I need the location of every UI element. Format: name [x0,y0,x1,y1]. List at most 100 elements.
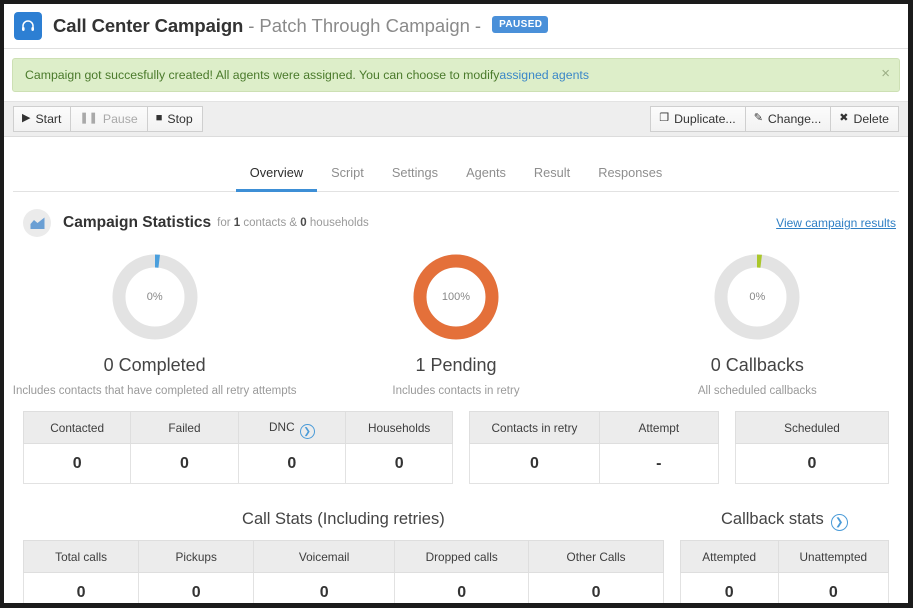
summary-tables-row: Contacted Failed DNC ❯ Households 0 0 0 0… [4,397,908,484]
table-row: 0 0 0 0 0 [22,572,664,603]
table-header-row: Total calls Pickups Voicemail Dropped ca… [22,540,664,573]
close-icon[interactable]: × [881,66,890,81]
tab-result[interactable]: Result [520,165,584,192]
donut-callbacks-heading: 0 Callbacks [710,355,804,375]
pause-button[interactable]: ❚❚ Pause [70,106,148,132]
start-button[interactable]: ▶ Start [13,106,72,132]
section-titles-row: Call Stats (Including retries) Callback … [4,484,908,531]
th-households: Households [344,411,454,444]
page-title: Call Center Campaign [53,15,244,36]
th-attempted: Attempted [679,540,779,573]
td-voicemail: 0 [253,572,396,603]
th-other-calls: Other Calls [528,540,664,573]
donut-chart-completed: 0% [109,251,201,343]
call-stats-table: Total calls Pickups Voicemail Dropped ca… [22,540,664,603]
donut-callbacks-percent: 0% [749,291,766,303]
delete-button-label: Delete [853,111,889,126]
pause-icon: ❚❚ [79,112,98,124]
action-toolbar: ▶ Start ❚❚ Pause ■ Stop ❐ Duplicate... ✎… [4,101,908,137]
th-unattempted: Unattempted [777,540,890,573]
pause-button-label: Pause [102,111,138,126]
chart-area-icon [23,209,51,237]
campaign-statistics-header: Campaign Statistics for 1 contacts & 0 h… [4,192,908,237]
td-total-calls: 0 [22,572,140,603]
cross-icon: ✖ [839,112,849,124]
circle-arrow-right-icon[interactable]: ❯ [299,423,315,439]
td-failed: 0 [130,443,239,484]
td-dnc: 0 [237,443,346,484]
page-header: Call Center Campaign - Patch Through Cam… [4,4,908,49]
th-total-calls: Total calls [22,540,140,573]
stats-households-word: households [309,217,369,229]
donut-chart-row: 0% 0 Completed Includes contacts that ha… [4,251,908,397]
stats-for-word: for [217,217,231,229]
pencil-square-icon: ✎ [753,112,763,124]
circle-arrow-right-icon[interactable]: ❯ [830,514,848,531]
th-failed: Failed [130,411,239,444]
detail-tables-row: Total calls Pickups Voicemail Dropped ca… [4,529,908,603]
donut-callbacks-description: All scheduled callbacks [697,385,817,397]
stats-title: Campaign Statistics [63,214,212,231]
table-header-row: Contacted Failed DNC ❯ Households [22,411,454,444]
donut-pending-percent: 100% [441,291,471,303]
change-button-label: Change... [767,111,822,126]
table-row: 0 0 [679,572,890,603]
th-dropped-calls: Dropped calls [394,540,530,573]
stop-button[interactable]: ■ Stop [146,106,203,132]
callback-stats-label: Callback stats [721,510,824,528]
play-icon: ▶ [22,112,31,124]
donut-pending-description: Includes contacts in retry [392,385,520,397]
donut-completed: 0% 0 Completed Includes contacts that ha… [4,251,305,397]
table-header-row: Contacts in retry Attempt [469,411,720,444]
donut-completed-description: Includes contacts that have completed al… [12,385,297,397]
table-row: 0 [735,443,889,484]
donut-callbacks: 0% 0 Callbacks All scheduled callbacks [607,251,908,397]
th-contacts-in-retry: Contacts in retry [469,411,600,444]
td-scheduled: 0 [735,443,889,484]
view-campaign-results-link[interactable]: View campaign results [776,216,896,230]
copy-icon: ❐ [659,112,670,124]
contacts-table: Contacted Failed DNC ❯ Households 0 0 0 0 [22,411,454,484]
th-contacted: Contacted [22,411,132,444]
callback-stats-table: Attempted Unattempted 0 0 [679,540,890,603]
td-other-calls: 0 [528,572,664,603]
duplicate-button-label: Duplicate... [674,111,736,126]
td-pickups: 0 [138,572,255,603]
td-contacts-in-retry: 0 [469,443,600,484]
success-alert: Campaign got succesfully created! All ag… [12,58,900,92]
duplicate-button[interactable]: ❐ Duplicate... [650,106,746,132]
tab-settings[interactable]: Settings [378,165,452,192]
stop-icon: ■ [155,112,163,124]
delete-button[interactable]: ✖ Delete [830,106,899,132]
change-button[interactable]: ✎ Change... [744,106,832,132]
th-dnc-label: DNC [269,419,295,434]
donut-completed-heading: 0 Completed [103,355,206,375]
tab-overview[interactable]: Overview [235,165,318,192]
tab-agents[interactable]: Agents [452,165,520,192]
th-dnc: DNC ❯ [237,411,346,444]
td-dropped-calls: 0 [394,572,530,603]
table-row: 0 0 0 0 [22,443,454,484]
table-header-row: Scheduled [735,411,889,444]
td-unattempted: 0 [777,572,890,603]
td-contacted: 0 [22,443,132,484]
stats-households-count: 0 [300,217,307,229]
tab-bar: Overview Script Settings Agents Result R… [13,137,899,192]
call-stats-title: Call Stats (Including retries) [242,510,445,528]
assigned-agents-link[interactable]: assigned agents [499,68,589,82]
tab-script[interactable]: Script [317,165,378,192]
app-window: Call Center Campaign - Patch Through Cam… [0,0,913,608]
stop-button-label: Stop [167,111,193,126]
th-pickups: Pickups [138,540,255,573]
stats-subtitle: for 1 contacts & 0 households [217,217,369,229]
td-attempt: - [598,443,720,484]
page-subtitle: Patch Through Campaign [259,15,470,36]
manage-button-group: ❐ Duplicate... ✎ Change... ✖ Delete [650,106,899,132]
title-separator-2: - [474,15,482,36]
table-row: 0 - [469,443,720,484]
donut-chart-pending: 100% [410,251,502,343]
start-button-label: Start [35,111,62,126]
stats-contacts-word: contacts & [243,217,298,229]
td-households: 0 [344,443,454,484]
tab-responses[interactable]: Responses [584,165,676,192]
